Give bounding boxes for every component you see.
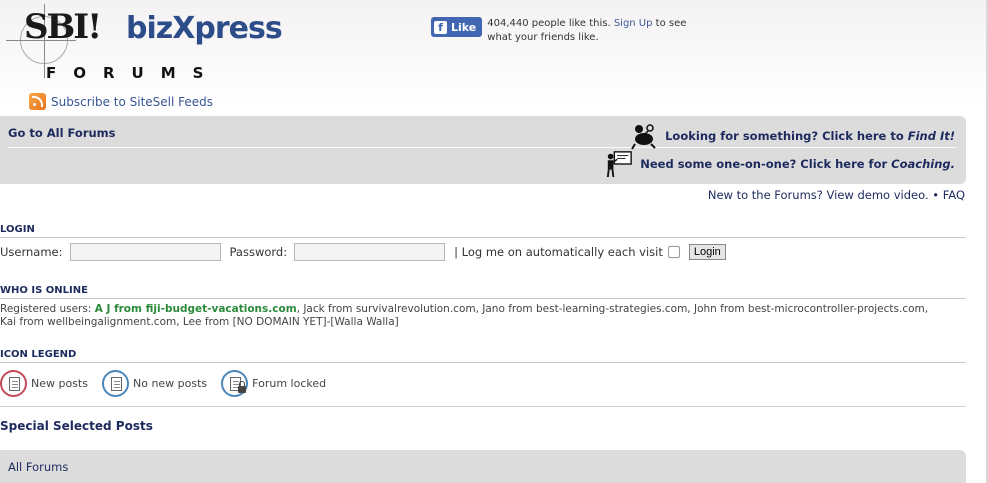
- username-label: Username:: [0, 245, 63, 259]
- online-prefix: Registered users:: [0, 303, 92, 315]
- find-it-prefix: Looking for something? Click here to: [665, 129, 904, 143]
- coaching-prefix: Need some one-on-one? Click here for: [640, 157, 888, 171]
- new-posts-icon: [0, 370, 27, 397]
- legend-item-no-new-posts: No new posts: [101, 370, 208, 397]
- remember-me-checkbox[interactable]: [667, 246, 680, 258]
- facebook-icon: f: [434, 20, 447, 34]
- password-label: Password:: [229, 245, 288, 259]
- like-count-text: 404,440 people like this.: [487, 18, 611, 29]
- no-new-posts-icon: [101, 370, 129, 397]
- forum-nav-box: Go to All Forums Looking for something? …: [0, 116, 966, 184]
- facebook-like-widget: f Like 404,440 people like this. Sign Up…: [431, 17, 687, 45]
- find-it-row[interactable]: Looking for something? Click here to Fin…: [629, 122, 955, 150]
- logo-forums-text: FORUMS: [46, 64, 221, 82]
- login-button[interactable]: Login: [688, 244, 726, 260]
- demo-video-link[interactable]: New to the Forums? View demo video.: [708, 188, 929, 202]
- online-users-list: Registered users: A J from fiji-budget-v…: [0, 303, 930, 329]
- subscribe-link[interactable]: Subscribe to SiteSell Feeds: [51, 95, 213, 109]
- find-it-icon: [631, 124, 656, 150]
- legend-item-forum-locked: Forum locked: [221, 370, 326, 397]
- facebook-signup-link[interactable]: Sign Up: [614, 18, 653, 29]
- find-it-text: Looking for something? Click here to Fin…: [665, 129, 955, 143]
- facebook-like-button[interactable]: f Like: [431, 17, 483, 37]
- like-label: Like: [451, 20, 477, 34]
- faq-link[interactable]: FAQ: [943, 188, 965, 202]
- rss-icon[interactable]: [29, 93, 46, 110]
- all-forums-link[interactable]: All Forums: [8, 460, 68, 474]
- subscribe-feeds[interactable]: Subscribe to SiteSell Feeds: [29, 93, 213, 110]
- all-forums-bar: All Forums: [0, 450, 966, 483]
- facebook-like-text: 404,440 people like this. Sign Up to see…: [487, 17, 687, 45]
- demo-faq-line: New to the Forums? View demo video. • FA…: [708, 188, 965, 202]
- coaching-icon: [607, 151, 633, 178]
- coaching-text: Need some one-on-one? Click here for Coa…: [640, 157, 955, 171]
- coaching-row[interactable]: Need some one-on-one? Click here for Coa…: [604, 150, 955, 178]
- legend-label: New posts: [31, 377, 88, 390]
- find-it-link[interactable]: Find It!: [908, 129, 955, 143]
- logo-bizxpress-text: bizXpress: [126, 11, 283, 46]
- section-divider: [0, 406, 966, 407]
- legend-label: No new posts: [132, 377, 208, 390]
- special-selected-posts-heading: Special Selected Posts: [0, 419, 153, 433]
- goto-all-forums-link[interactable]: Go to All Forums: [8, 126, 116, 140]
- legend-item-new-posts: New posts: [0, 370, 88, 397]
- forum-locked-icon: [221, 370, 249, 397]
- coaching-link[interactable]: Coaching.: [891, 157, 955, 171]
- legend-label: Forum locked: [252, 377, 327, 390]
- icon-legend-heading: ICON LEGEND: [0, 349, 966, 363]
- logo-sbi-text: SBI!: [24, 7, 102, 47]
- who-is-online-heading: WHO IS ONLINE: [0, 285, 966, 299]
- icon-legend: New posts No new posts Forum locked: [0, 370, 340, 397]
- login-form: Username: Password: | Log me on automati…: [0, 243, 726, 261]
- bullet-separator: •: [932, 188, 940, 202]
- login-heading: LOGIN: [0, 224, 966, 238]
- remember-me-label: | Log me on automatically each visit: [454, 245, 663, 259]
- online-user-link[interactable]: A J from fiji-budget-vacations.com: [95, 303, 297, 315]
- site-logo[interactable]: SBI! bizXpress FORUMS: [6, 4, 283, 84]
- password-input[interactable]: [294, 243, 446, 261]
- username-input[interactable]: [69, 243, 221, 261]
